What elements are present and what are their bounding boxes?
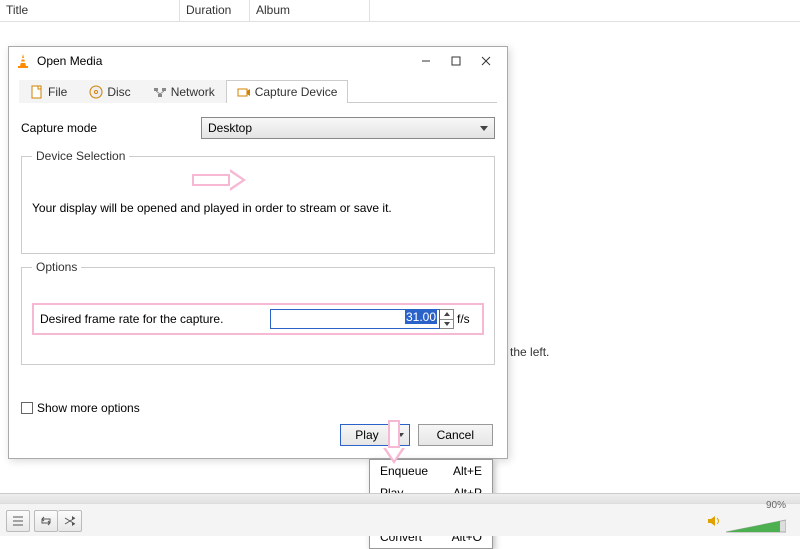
- device-selection-group: Device Selection Your display will be op…: [21, 149, 495, 254]
- volume-control[interactable]: 90%: [706, 507, 786, 534]
- open-media-dialog: Open Media File Disc Network Capture Dev…: [8, 46, 508, 459]
- spin-up-icon[interactable]: [440, 310, 453, 320]
- speaker-icon: [706, 514, 722, 528]
- menu-label: Enqueue: [380, 464, 428, 478]
- col-title[interactable]: Title: [0, 0, 180, 21]
- seek-bar[interactable]: [0, 494, 800, 504]
- file-icon: [30, 85, 44, 99]
- fps-label: Desired frame rate for the capture.: [40, 312, 270, 326]
- fps-spinner[interactable]: [440, 309, 454, 329]
- device-selection-legend: Device Selection: [32, 149, 129, 163]
- tabs: File Disc Network Capture Device: [19, 79, 497, 103]
- capture-mode-value: Desktop: [208, 121, 252, 135]
- cancel-button-label: Cancel: [419, 428, 492, 442]
- menu-accel: Alt+E: [453, 464, 482, 478]
- tab-file[interactable]: File: [19, 80, 78, 103]
- disc-icon: [89, 85, 103, 99]
- fps-input[interactable]: 31.00: [270, 309, 440, 329]
- cancel-button[interactable]: Cancel: [418, 424, 493, 446]
- chevron-down-icon: [480, 126, 488, 131]
- vlc-cone-icon: [15, 53, 31, 69]
- tab-capture-label: Capture Device: [255, 85, 338, 99]
- checkbox-icon[interactable]: [21, 402, 33, 414]
- options-legend: Options: [32, 260, 81, 274]
- capture-device-icon: [237, 85, 251, 99]
- tab-capture-device[interactable]: Capture Device: [226, 80, 349, 103]
- capture-mode-select[interactable]: Desktop: [201, 117, 495, 139]
- shuffle-icon: [63, 515, 77, 527]
- toggle-playlist-button[interactable]: [6, 510, 30, 532]
- col-duration[interactable]: Duration: [180, 0, 250, 21]
- volume-percent: 90%: [766, 500, 786, 511]
- fps-row-highlight: Desired frame rate for the capture. 31.0…: [32, 303, 484, 335]
- loop-icon: [39, 515, 53, 527]
- player-toolbar: 90%: [0, 493, 800, 536]
- tab-file-label: File: [48, 85, 67, 99]
- annotation-arrow-play: [384, 420, 404, 465]
- dialog-title: Open Media: [37, 54, 102, 68]
- loop-button[interactable]: [34, 510, 58, 532]
- show-more-label: Show more options: [37, 401, 140, 415]
- options-group: Options Desired frame rate for the captu…: [21, 260, 495, 365]
- tab-network[interactable]: Network: [142, 80, 226, 103]
- show-more-options[interactable]: Show more options: [21, 401, 495, 415]
- tab-network-label: Network: [171, 85, 215, 99]
- minimize-button[interactable]: [411, 49, 441, 73]
- playlist-icon: [11, 515, 25, 527]
- volume-slider[interactable]: [726, 518, 786, 534]
- capture-mode-label: Capture mode: [21, 121, 201, 135]
- fps-unit: f/s: [457, 312, 470, 326]
- network-icon: [153, 85, 167, 99]
- titlebar: Open Media: [9, 47, 507, 75]
- tab-disc[interactable]: Disc: [78, 80, 141, 103]
- tab-disc-label: Disc: [107, 85, 130, 99]
- close-button[interactable]: [471, 49, 501, 73]
- col-album[interactable]: Album: [250, 0, 370, 21]
- device-selection-text: Your display will be opened and played i…: [32, 201, 392, 215]
- playlist-header: Title Duration Album: [0, 0, 800, 22]
- shuffle-button[interactable]: [58, 510, 82, 532]
- annotation-arrow-capture-mode: [192, 170, 248, 190]
- maximize-button[interactable]: [441, 49, 471, 73]
- fps-value: 31.00: [405, 310, 437, 324]
- spin-down-icon[interactable]: [440, 320, 453, 329]
